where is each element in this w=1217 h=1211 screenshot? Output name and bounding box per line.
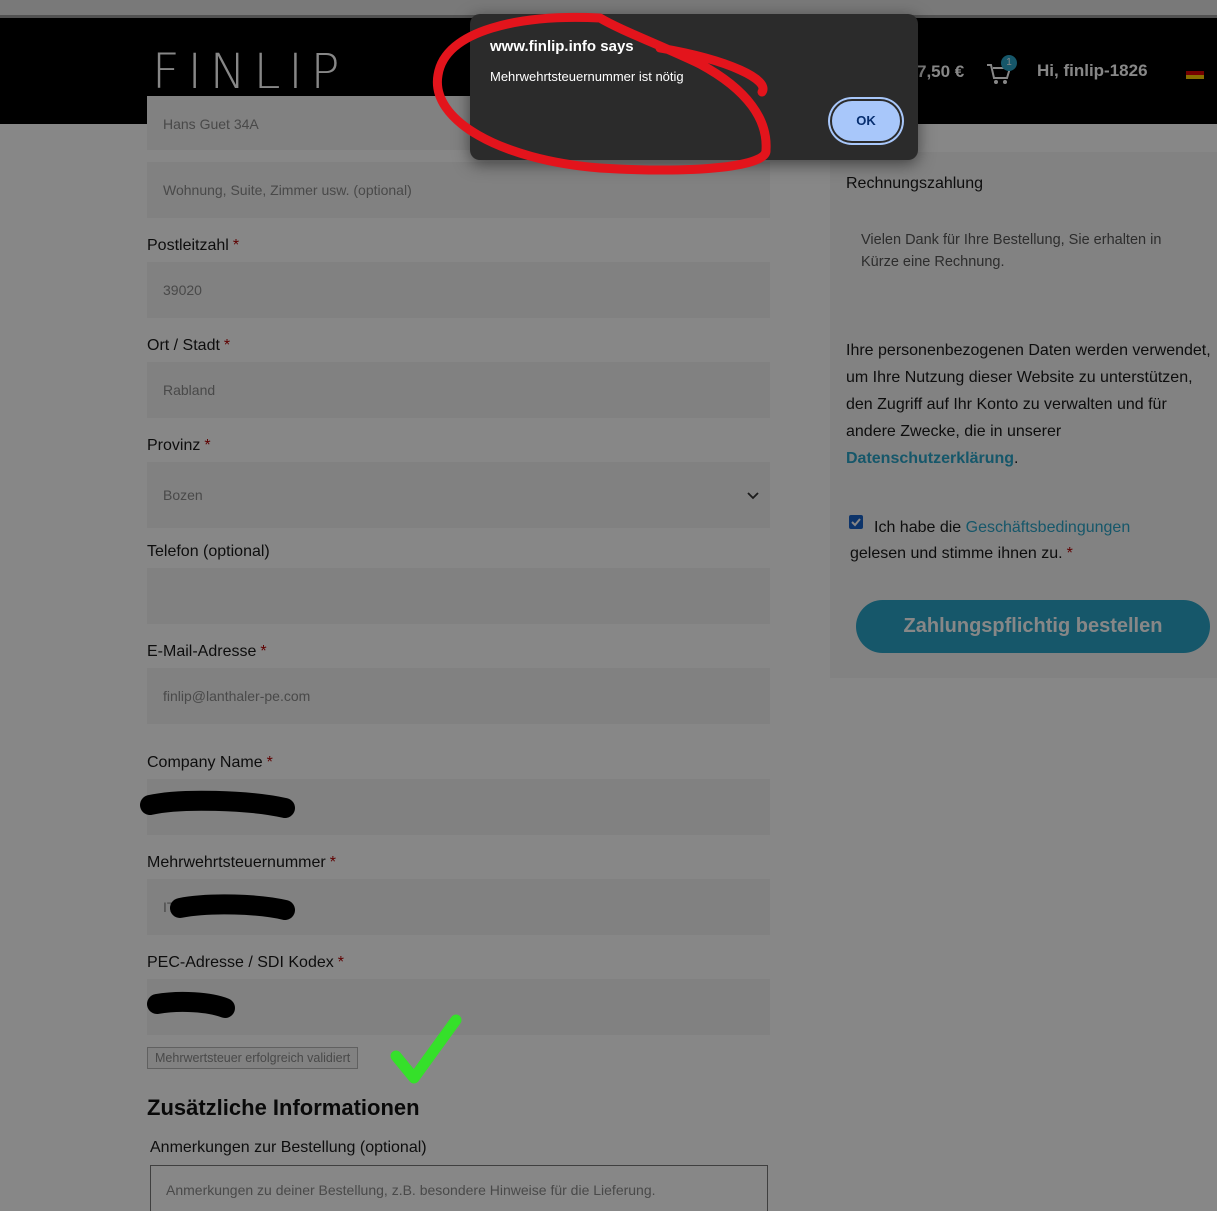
alert-title: www.finlip.info says bbox=[490, 38, 634, 55]
alert-dialog: www.finlip.info says Mehrwehrtsteuernumm… bbox=[470, 14, 918, 160]
modal-backdrop bbox=[0, 0, 1217, 1211]
alert-message: Mehrwehrtsteuernummer ist nötig bbox=[490, 69, 684, 84]
alert-ok-button[interactable]: OK bbox=[832, 101, 900, 141]
